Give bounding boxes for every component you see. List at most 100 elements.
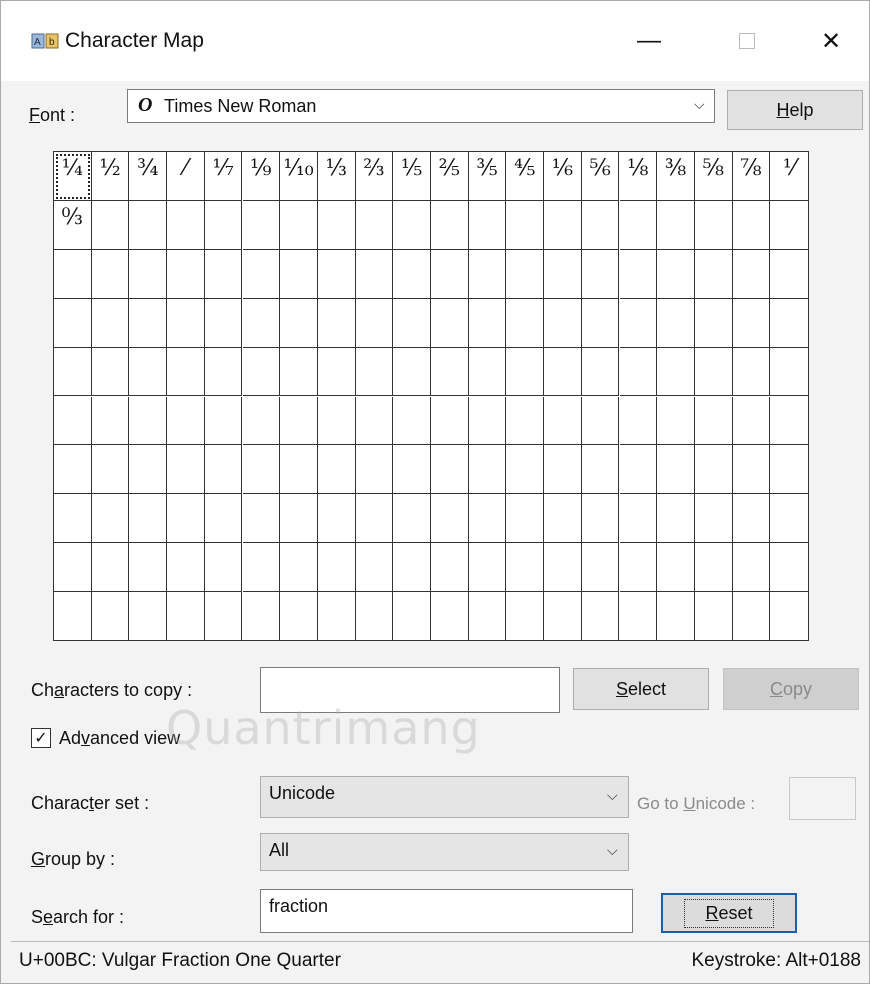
character-cell[interactable] xyxy=(204,249,243,299)
reset-button[interactable]: Reset xyxy=(661,893,797,933)
character-cell[interactable] xyxy=(54,347,92,397)
character-cell[interactable] xyxy=(657,249,695,299)
character-cell[interactable] xyxy=(242,200,281,250)
character-cell[interactable] xyxy=(581,543,620,593)
character-cell[interactable] xyxy=(317,347,356,397)
character-cell[interactable] xyxy=(694,543,733,593)
character-cell[interactable] xyxy=(657,396,695,446)
character-cell[interactable] xyxy=(91,249,130,299)
character-cell[interactable] xyxy=(657,347,695,397)
character-cell[interactable] xyxy=(431,396,469,446)
character-cell[interactable] xyxy=(54,396,92,446)
character-cell[interactable] xyxy=(506,494,545,544)
character-cell[interactable] xyxy=(732,200,771,250)
character-cell[interactable] xyxy=(355,494,394,544)
character-cell[interactable] xyxy=(317,494,356,544)
character-cell[interactable] xyxy=(468,543,507,593)
character-cell[interactable] xyxy=(544,592,582,641)
character-cell[interactable] xyxy=(167,298,205,348)
character-cell[interactable] xyxy=(657,494,695,544)
character-cell[interactable]: ⅝ xyxy=(694,152,733,201)
character-cell[interactable] xyxy=(280,249,318,299)
character-cell[interactable] xyxy=(468,445,507,495)
character-cell[interactable] xyxy=(582,592,620,641)
character-cell[interactable] xyxy=(280,592,318,641)
maximize-button[interactable] xyxy=(717,21,777,61)
minimize-button[interactable]: — xyxy=(619,21,679,61)
character-cell[interactable] xyxy=(54,249,92,299)
character-cell[interactable] xyxy=(468,347,507,397)
character-cell[interactable] xyxy=(431,592,469,641)
character-cell[interactable]: ⅛ xyxy=(619,152,658,201)
character-cell[interactable] xyxy=(242,543,281,593)
character-cell[interactable] xyxy=(468,396,507,446)
character-cell[interactable]: ⅓ xyxy=(317,152,356,201)
character-cell[interactable] xyxy=(317,298,356,348)
character-cell[interactable] xyxy=(657,200,695,250)
character-cell[interactable] xyxy=(694,494,733,544)
character-cell[interactable] xyxy=(91,298,130,348)
search-input[interactable]: fraction xyxy=(260,889,633,933)
advanced-view-label[interactable]: Advanced view xyxy=(59,728,180,749)
character-cell[interactable] xyxy=(91,396,130,446)
character-cell[interactable] xyxy=(205,592,243,641)
character-cell[interactable] xyxy=(204,347,243,397)
character-cell[interactable] xyxy=(468,249,507,299)
character-cell[interactable] xyxy=(355,445,394,495)
character-cell[interactable] xyxy=(318,592,356,641)
character-cell[interactable] xyxy=(129,200,168,250)
character-cell[interactable] xyxy=(317,543,356,593)
character-cell[interactable] xyxy=(91,200,130,250)
character-cell[interactable] xyxy=(242,249,281,299)
character-cell[interactable]: ⅙ xyxy=(544,152,582,201)
character-cell[interactable] xyxy=(431,543,469,593)
character-cell[interactable] xyxy=(167,494,205,544)
character-cell[interactable] xyxy=(129,543,168,593)
character-cell[interactable] xyxy=(393,200,431,250)
character-cell[interactable] xyxy=(129,249,168,299)
character-cell[interactable]: ⅟ xyxy=(770,152,808,201)
character-cell[interactable] xyxy=(393,249,431,299)
character-cell[interactable] xyxy=(732,494,771,544)
character-cell[interactable] xyxy=(355,347,394,397)
character-cell[interactable] xyxy=(355,200,394,250)
character-cell[interactable] xyxy=(204,543,243,593)
character-cell[interactable] xyxy=(91,445,130,495)
character-cell[interactable] xyxy=(393,298,431,348)
character-cell[interactable] xyxy=(317,396,356,446)
close-button[interactable]: ✕ xyxy=(801,21,861,61)
character-cell[interactable] xyxy=(167,347,205,397)
character-cell[interactable] xyxy=(129,347,168,397)
character-cell[interactable]: ⅘ xyxy=(506,152,545,201)
character-cell[interactable] xyxy=(280,543,318,593)
character-cell[interactable] xyxy=(544,543,582,593)
title-bar[interactable]: A b Character Map — ✕ xyxy=(1,1,869,81)
character-cell[interactable] xyxy=(317,445,356,495)
character-cell[interactable] xyxy=(544,200,582,250)
character-cell[interactable] xyxy=(620,592,658,641)
character-cell[interactable] xyxy=(619,396,658,446)
character-cell[interactable] xyxy=(280,494,318,544)
character-cell[interactable] xyxy=(657,543,695,593)
character-cell[interactable]: ↉ xyxy=(54,200,92,250)
character-cell[interactable] xyxy=(355,298,394,348)
character-cell[interactable] xyxy=(694,298,733,348)
advanced-view-checkbox[interactable]: ✓ xyxy=(31,728,51,748)
character-cell[interactable] xyxy=(431,200,469,250)
character-cell[interactable] xyxy=(280,396,318,446)
character-cell[interactable] xyxy=(54,592,92,641)
character-cell[interactable] xyxy=(393,494,431,544)
character-cell[interactable]: ⅜ xyxy=(657,152,695,201)
character-cell[interactable] xyxy=(619,298,658,348)
character-cell[interactable] xyxy=(91,494,130,544)
character-cell[interactable]: ⅗ xyxy=(468,152,507,201)
character-cell[interactable] xyxy=(280,347,318,397)
character-cell[interactable] xyxy=(167,543,205,593)
character-cell[interactable] xyxy=(431,494,469,544)
character-cell[interactable] xyxy=(92,592,130,641)
character-cell[interactable] xyxy=(54,298,92,348)
character-cell[interactable] xyxy=(355,396,394,446)
character-cell[interactable] xyxy=(581,298,620,348)
character-cell[interactable] xyxy=(204,396,243,446)
character-cell[interactable] xyxy=(280,298,318,348)
